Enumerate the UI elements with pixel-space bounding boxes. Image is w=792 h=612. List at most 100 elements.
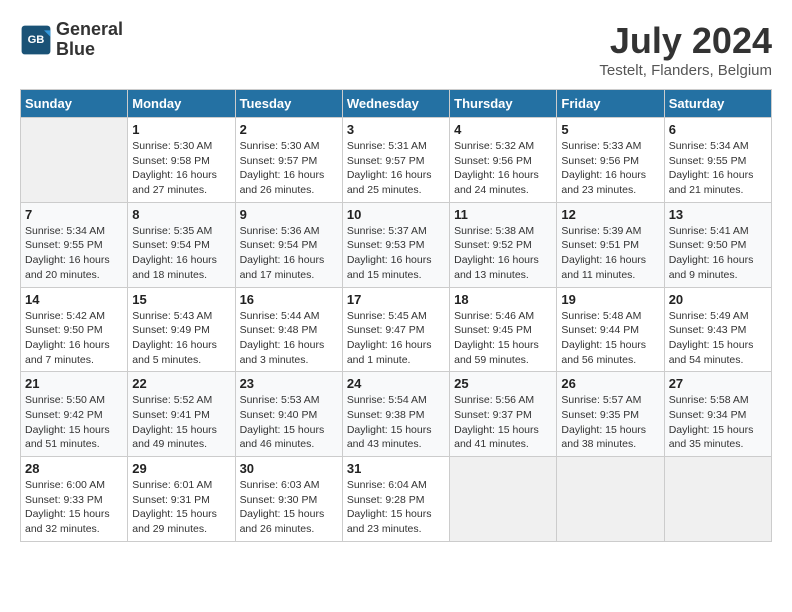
svg-text:GB: GB: [28, 34, 45, 46]
day-number: 24: [347, 376, 445, 391]
day-number: 7: [25, 207, 123, 222]
calendar-table: SundayMondayTuesdayWednesdayThursdayFrid…: [20, 89, 772, 542]
calendar-cell: 17 Sunrise: 5:45 AM Sunset: 9:47 PM Dayli…: [342, 287, 449, 372]
day-number: 30: [240, 461, 338, 476]
day-number: 31: [347, 461, 445, 476]
calendar-cell: 5 Sunrise: 5:33 AM Sunset: 9:56 PM Daylig…: [557, 118, 664, 203]
day-info: Sunrise: 5:45 AM Sunset: 9:47 PM Dayligh…: [347, 309, 445, 368]
day-number: 1: [132, 122, 230, 137]
day-info: Sunrise: 5:50 AM Sunset: 9:42 PM Dayligh…: [25, 393, 123, 452]
calendar-cell: 29Sunrise: 6:01 AM Sunset: 9:31 PM Dayli…: [128, 457, 235, 542]
calendar-body: 1 Sunrise: 5:30 AM Sunset: 9:58 PM Daylig…: [21, 118, 772, 542]
weekday-header-sunday: Sunday: [21, 90, 128, 118]
calendar-cell: 25 Sunrise: 5:56 AM Sunset: 9:37 PM Dayli…: [450, 372, 557, 457]
day-number: 25: [454, 376, 552, 391]
weekday-header-friday: Friday: [557, 90, 664, 118]
logo-icon: GB: [20, 24, 52, 56]
day-number: 19: [561, 292, 659, 307]
day-info: Sunrise: 5:42 AM Sunset: 9:50 PM Dayligh…: [25, 309, 123, 368]
calendar-cell: 9 Sunrise: 5:36 AM Sunset: 9:54 PM Daylig…: [235, 202, 342, 287]
calendar-cell: 10Sunrise: 5:37 AM Sunset: 9:53 PM Dayli…: [342, 202, 449, 287]
day-number: 5: [561, 122, 659, 137]
calendar-cell: 15Sunrise: 5:43 AM Sunset: 9:49 PM Dayli…: [128, 287, 235, 372]
day-number: 28: [25, 461, 123, 476]
day-number: 27: [669, 376, 767, 391]
weekday-header-tuesday: Tuesday: [235, 90, 342, 118]
day-info: Sunrise: 5:30 AM Sunset: 9:58 PM Dayligh…: [132, 139, 230, 198]
calendar-cell: 1 Sunrise: 5:30 AM Sunset: 9:58 PM Daylig…: [128, 118, 235, 203]
weekday-header-saturday: Saturday: [664, 90, 771, 118]
calendar-cell: 2 Sunrise: 5:30 AM Sunset: 9:57 PM Daylig…: [235, 118, 342, 203]
day-info: Sunrise: 5:38 AM Sunset: 9:52 PM Dayligh…: [454, 224, 552, 283]
day-info: Sunrise: 5:46 AM Sunset: 9:45 PM Dayligh…: [454, 309, 552, 368]
day-info: Sunrise: 5:58 AM Sunset: 9:34 PM Dayligh…: [669, 393, 767, 452]
calendar-cell: [21, 118, 128, 203]
day-info: Sunrise: 5:53 AM Sunset: 9:40 PM Dayligh…: [240, 393, 338, 452]
calendar-week-row: 1 Sunrise: 5:30 AM Sunset: 9:58 PM Daylig…: [21, 118, 772, 203]
calendar-cell: 8Sunrise: 5:35 AM Sunset: 9:54 PM Daylig…: [128, 202, 235, 287]
calendar-cell: 3 Sunrise: 5:31 AM Sunset: 9:57 PM Daylig…: [342, 118, 449, 203]
day-number: 17: [347, 292, 445, 307]
day-info: Sunrise: 5:48 AM Sunset: 9:44 PM Dayligh…: [561, 309, 659, 368]
calendar-header-row: SundayMondayTuesdayWednesdayThursdayFrid…: [21, 90, 772, 118]
weekday-header-monday: Monday: [128, 90, 235, 118]
calendar-cell: 24 Sunrise: 5:54 AM Sunset: 9:38 PM Dayli…: [342, 372, 449, 457]
day-info: Sunrise: 5:34 AM Sunset: 9:55 PM Dayligh…: [669, 139, 767, 198]
day-number: 11: [454, 207, 552, 222]
day-info: Sunrise: 5:54 AM Sunset: 9:38 PM Dayligh…: [347, 393, 445, 452]
calendar-cell: 4 Sunrise: 5:32 AM Sunset: 9:56 PM Daylig…: [450, 118, 557, 203]
day-number: 2: [240, 122, 338, 137]
day-info: Sunrise: 5:43 AM Sunset: 9:49 PM Dayligh…: [132, 309, 230, 368]
day-info: Sunrise: 5:41 AM Sunset: 9:50 PM Dayligh…: [669, 224, 767, 283]
day-number: 8: [132, 207, 230, 222]
day-number: 16: [240, 292, 338, 307]
day-info: Sunrise: 6:00 AM Sunset: 9:33 PM Dayligh…: [25, 478, 123, 537]
day-info: Sunrise: 5:31 AM Sunset: 9:57 PM Dayligh…: [347, 139, 445, 198]
day-number: 6: [669, 122, 767, 137]
calendar-cell: [664, 457, 771, 542]
day-number: 18: [454, 292, 552, 307]
day-info: Sunrise: 5:56 AM Sunset: 9:37 PM Dayligh…: [454, 393, 552, 452]
day-number: 21: [25, 376, 123, 391]
day-number: 20: [669, 292, 767, 307]
day-number: 10: [347, 207, 445, 222]
calendar-week-row: 21 Sunrise: 5:50 AM Sunset: 9:42 PM Dayli…: [21, 372, 772, 457]
page-header: GB General Blue July 2024 Testelt, Fland…: [20, 20, 772, 79]
location: Testelt, Flanders, Belgium: [599, 62, 772, 79]
day-number: 26: [561, 376, 659, 391]
day-number: 12: [561, 207, 659, 222]
calendar-cell: 16Sunrise: 5:44 AM Sunset: 9:48 PM Dayli…: [235, 287, 342, 372]
day-info: Sunrise: 5:52 AM Sunset: 9:41 PM Dayligh…: [132, 393, 230, 452]
day-info: Sunrise: 5:33 AM Sunset: 9:56 PM Dayligh…: [561, 139, 659, 198]
day-info: Sunrise: 5:34 AM Sunset: 9:55 PM Dayligh…: [25, 224, 123, 283]
calendar-cell: 20Sunrise: 5:49 AM Sunset: 9:43 PM Dayli…: [664, 287, 771, 372]
day-number: 4: [454, 122, 552, 137]
day-info: Sunrise: 5:36 AM Sunset: 9:54 PM Dayligh…: [240, 224, 338, 283]
day-number: 3: [347, 122, 445, 137]
day-info: Sunrise: 6:04 AM Sunset: 9:28 PM Dayligh…: [347, 478, 445, 537]
logo-line2: Blue: [56, 40, 123, 60]
calendar-cell: 11 Sunrise: 5:38 AM Sunset: 9:52 PM Dayli…: [450, 202, 557, 287]
calendar-cell: 21 Sunrise: 5:50 AM Sunset: 9:42 PM Dayli…: [21, 372, 128, 457]
calendar-cell: 6 Sunrise: 5:34 AM Sunset: 9:55 PM Daylig…: [664, 118, 771, 203]
calendar-week-row: 14Sunrise: 5:42 AM Sunset: 9:50 PM Dayli…: [21, 287, 772, 372]
calendar-cell: 30 Sunrise: 6:03 AM Sunset: 9:30 PM Dayli…: [235, 457, 342, 542]
calendar-cell: 22Sunrise: 5:52 AM Sunset: 9:41 PM Dayli…: [128, 372, 235, 457]
calendar-cell: 13 Sunrise: 5:41 AM Sunset: 9:50 PM Dayli…: [664, 202, 771, 287]
day-number: 9: [240, 207, 338, 222]
calendar-cell: 26Sunrise: 5:57 AM Sunset: 9:35 PM Dayli…: [557, 372, 664, 457]
calendar-cell: 12 Sunrise: 5:39 AM Sunset: 9:51 PM Dayli…: [557, 202, 664, 287]
logo-text: General Blue: [56, 20, 123, 60]
day-info: Sunrise: 5:30 AM Sunset: 9:57 PM Dayligh…: [240, 139, 338, 198]
day-number: 13: [669, 207, 767, 222]
day-info: Sunrise: 5:39 AM Sunset: 9:51 PM Dayligh…: [561, 224, 659, 283]
calendar-cell: 19 Sunrise: 5:48 AM Sunset: 9:44 PM Dayli…: [557, 287, 664, 372]
calendar-cell: 28 Sunrise: 6:00 AM Sunset: 9:33 PM Dayli…: [21, 457, 128, 542]
day-info: Sunrise: 6:03 AM Sunset: 9:30 PM Dayligh…: [240, 478, 338, 537]
weekday-header-thursday: Thursday: [450, 90, 557, 118]
day-info: Sunrise: 5:32 AM Sunset: 9:56 PM Dayligh…: [454, 139, 552, 198]
calendar-week-row: 28 Sunrise: 6:00 AM Sunset: 9:33 PM Dayli…: [21, 457, 772, 542]
calendar-cell: [557, 457, 664, 542]
logo: GB General Blue: [20, 20, 123, 60]
logo-line1: General: [56, 20, 123, 40]
